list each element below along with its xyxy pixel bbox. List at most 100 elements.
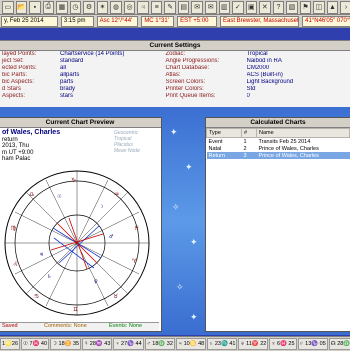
chevron-icon[interactable]: › bbox=[340, 1, 350, 14]
comments-status: Comments: None bbox=[44, 323, 87, 329]
row-type: Event bbox=[207, 138, 242, 146]
svg-text:♎: ♎ bbox=[29, 191, 34, 198]
book-icon[interactable]: ▥ bbox=[219, 1, 231, 14]
svg-text:♒: ♒ bbox=[114, 191, 119, 198]
setting-value[interactable]: brady bbox=[60, 86, 164, 93]
col-number-header[interactable]: # bbox=[242, 129, 257, 138]
save-2-icon[interactable]: ▣ bbox=[246, 1, 258, 14]
setting-value[interactable]: parts bbox=[60, 79, 164, 86]
planet-position-cell: ♆ 6♓ 25 bbox=[269, 338, 296, 350]
planet-icon[interactable]: ♃ bbox=[137, 1, 149, 14]
current-settings-panel: Current Settings layed Points:Chartservi… bbox=[0, 40, 350, 108]
svg-text:☉: ☉ bbox=[57, 194, 61, 200]
setting-label: Atlas: bbox=[164, 72, 247, 79]
planet-position-cell: ♀ 27♑ 44 bbox=[113, 338, 143, 350]
email-icon[interactable]: ✉ bbox=[191, 1, 203, 14]
row-number: 2 bbox=[242, 145, 257, 152]
setting-label: ject Set: bbox=[0, 58, 60, 65]
calendar-31-icon[interactable]: ▧ bbox=[286, 1, 298, 14]
node-type-label: Mean Node bbox=[114, 148, 140, 154]
star-decoration: ✧ bbox=[176, 282, 184, 293]
setting-value[interactable]: ACS (Built-in) bbox=[247, 72, 350, 79]
save-icon[interactable]: ▪ bbox=[29, 1, 41, 14]
settings-title: Current Settings bbox=[0, 41, 350, 51]
setting-value[interactable]: Std bbox=[247, 86, 350, 93]
chart-icon[interactable]: ◍ bbox=[110, 1, 122, 14]
svg-text:♊: ♊ bbox=[73, 306, 78, 313]
setting-value[interactable]: standard bbox=[60, 58, 164, 65]
svg-text:♍: ♍ bbox=[11, 225, 16, 232]
map-icon[interactable]: ◫ bbox=[313, 1, 325, 14]
setting-value[interactable]: Chartservice (14 Points) bbox=[60, 51, 164, 58]
col-type-header[interactable]: Type bbox=[207, 129, 242, 138]
setting-label: d Stars bbox=[0, 86, 60, 93]
main-toolbar: ▭📂▪⎙▦◷⚙✶◍◎♃≡✎▤✉✉▥✓▣✕?▧⚑◫▲› bbox=[0, 0, 350, 15]
date-field[interactable]: y, Feb 25 2014 bbox=[1, 16, 58, 27]
setting-value[interactable]: CM2000 bbox=[247, 65, 350, 72]
file-icon[interactable]: ▭ bbox=[2, 1, 14, 14]
timezone-field[interactable]: EST +5:00 bbox=[177, 16, 217, 27]
planet-positions-statusbar: 1♌26☉ 7♓ 40☽ 18♊ 35☿ 28♒ 43♀ 27♑ 44♂ 18♎… bbox=[0, 336, 350, 351]
events-status: Events: None bbox=[109, 323, 142, 329]
col-name-header[interactable]: Name bbox=[257, 129, 350, 138]
location-field[interactable]: East Brewster, Massachusetts bbox=[220, 16, 299, 27]
planet-position-cell: ♃ 10♋ 48 bbox=[176, 338, 206, 350]
flag-icon[interactable]: ⚑ bbox=[300, 1, 312, 14]
print-icon[interactable]: ⎙ bbox=[43, 1, 55, 14]
setting-value[interactable]: Light Background bbox=[247, 79, 350, 86]
table-row-selected[interactable]: Return 3 Prince of Wales, Charles bbox=[207, 152, 350, 159]
midheaven-field[interactable]: MC 1°31' bbox=[141, 16, 174, 27]
list-icon[interactable]: ≡ bbox=[151, 1, 163, 14]
calculated-charts-window[interactable]: Calculated Charts Type # Name Event 1 Tr… bbox=[205, 117, 350, 332]
setting-value[interactable]: stars bbox=[60, 93, 164, 100]
settings-icon[interactable]: ⚙ bbox=[83, 1, 95, 14]
setting-value[interactable]: all bbox=[60, 65, 164, 72]
svg-text:♄: ♄ bbox=[47, 274, 51, 280]
mail-icon[interactable]: ✉ bbox=[205, 1, 217, 14]
clock-icon[interactable]: ◷ bbox=[70, 1, 82, 14]
grid-icon[interactable]: ▤ bbox=[178, 1, 190, 14]
chart-header: of Wales, Charles return 2013, Thu m UT … bbox=[2, 130, 60, 163]
row-name: Transits Feb 25 2014 bbox=[257, 138, 350, 146]
edit-icon[interactable]: ✎ bbox=[164, 1, 176, 14]
astrology-wheel[interactable]: ♑♒♓ ♈♉♊ ♋♌♍ ♎ ☉☽♂ ♃♄♀ bbox=[0, 168, 159, 318]
settings-grid: layed Points:Chartservice (14 Points)Zod… bbox=[0, 51, 350, 100]
setting-label: bic Parts: bbox=[0, 72, 60, 79]
planet-position-cell: ☽ 18♊ 35 bbox=[50, 338, 81, 350]
star-icon[interactable]: ✶ bbox=[97, 1, 109, 14]
row-type: Return bbox=[207, 152, 242, 159]
ascendant-field[interactable]: Asc 12°/°44' bbox=[97, 16, 139, 27]
setting-value[interactable]: Tropical bbox=[247, 51, 350, 58]
row-number: 3 bbox=[242, 152, 257, 159]
setting-value[interactable]: allparts bbox=[60, 72, 164, 79]
setting-value[interactable]: Naibod in RA bbox=[247, 58, 350, 65]
svg-text:♈: ♈ bbox=[132, 258, 138, 265]
up-icon[interactable]: ▲ bbox=[327, 1, 339, 14]
calendar-icon[interactable]: ▦ bbox=[56, 1, 68, 14]
chart-name: of Wales, Charles bbox=[2, 130, 60, 137]
chart-place: ham Palac bbox=[2, 156, 60, 163]
setting-label: ected Points: bbox=[0, 65, 60, 72]
close-icon[interactable]: ✕ bbox=[259, 1, 271, 14]
table-row[interactable]: Natal 2 Prince of Wales, Charles bbox=[207, 145, 350, 152]
chart-info-bar: y, Feb 25 2014 3:15 pm Asc 12°/°44' MC 1… bbox=[0, 15, 350, 28]
check-icon[interactable]: ✓ bbox=[232, 1, 244, 14]
coordinates-field[interactable]: 41°N46'05" 070°W bbox=[302, 16, 350, 27]
help-icon[interactable]: ? bbox=[273, 1, 285, 14]
row-name: Prince of Wales, Charles bbox=[257, 152, 350, 159]
svg-text:♉: ♉ bbox=[113, 293, 118, 300]
table-row[interactable]: Event 1 Transits Feb 25 2014 bbox=[207, 138, 350, 146]
chart-preview-window[interactable]: Current Chart Preview of Wales, Charles … bbox=[0, 117, 162, 332]
calculated-charts-table: Type # Name Event 1 Transits Feb 25 2014… bbox=[206, 128, 350, 159]
star-decoration: ✦ bbox=[190, 312, 198, 323]
chart-options-label: Geocentric Tropical Placidus Mean Node bbox=[114, 130, 140, 154]
row-name: Prince of Wales, Charles bbox=[257, 145, 350, 152]
setting-value[interactable]: 0 bbox=[247, 93, 350, 100]
setting-label: Printer Colors: bbox=[164, 86, 247, 93]
time-field[interactable]: 3:15 pm bbox=[61, 16, 94, 27]
open-icon[interactable]: 📂 bbox=[16, 1, 28, 14]
setting-label: Chart Database: bbox=[164, 65, 247, 72]
svg-text:♀: ♀ bbox=[94, 279, 98, 285]
star-decoration: ✦ bbox=[190, 237, 198, 248]
wheel-icon[interactable]: ◎ bbox=[124, 1, 136, 14]
